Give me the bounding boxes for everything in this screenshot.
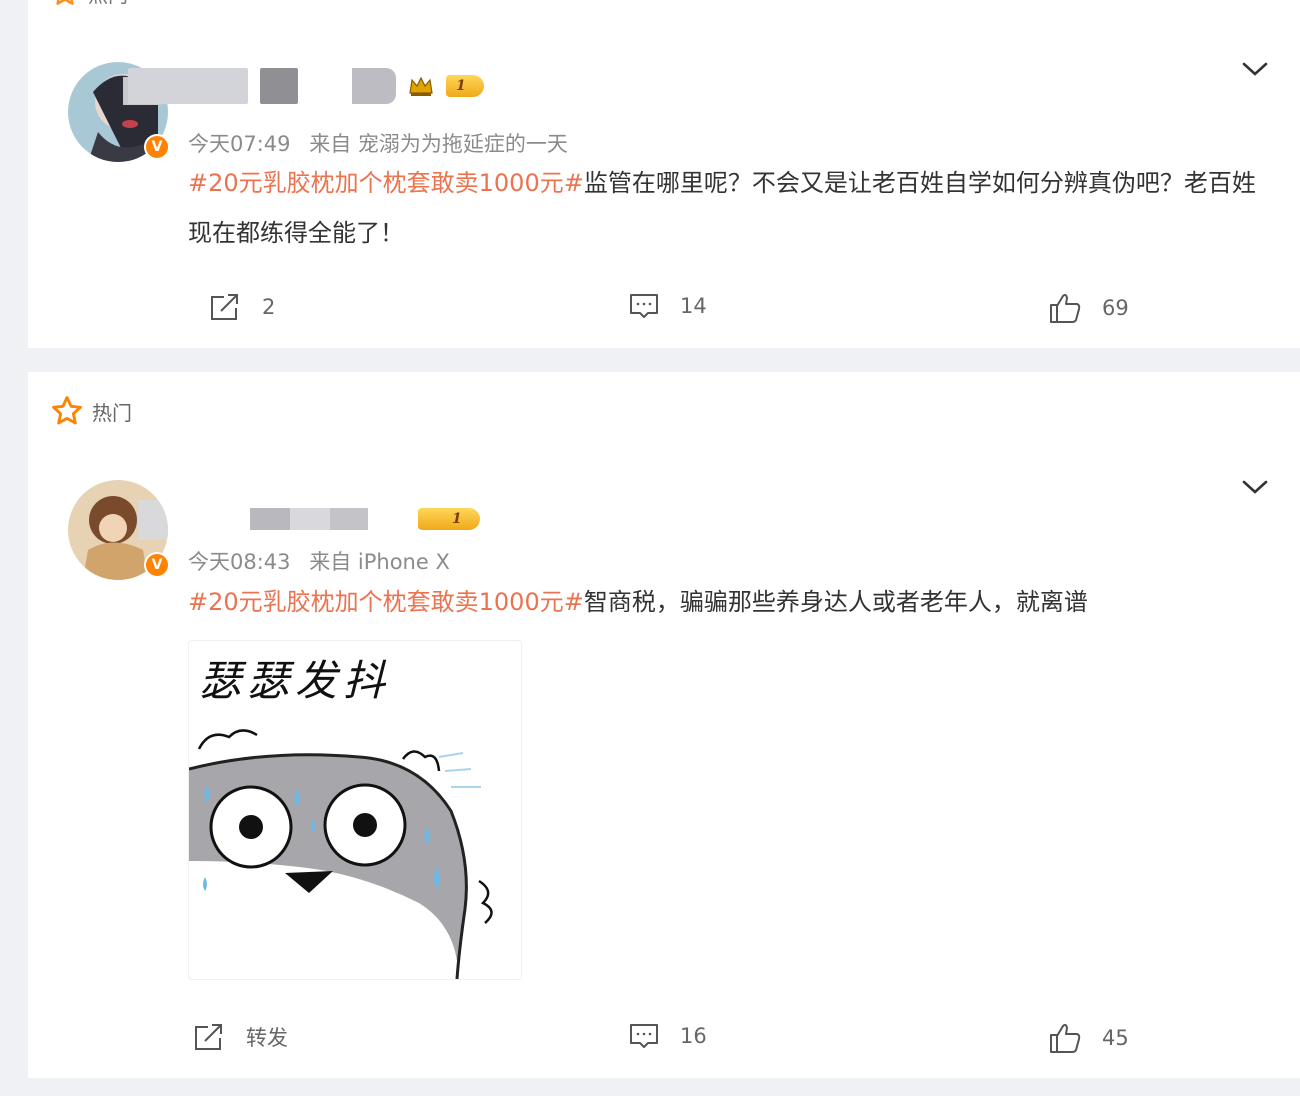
username-blurred[interactable] [250, 508, 368, 530]
post-content: #20元乳胶枕加个枕套敢卖1000元#监管在哪里呢？不会又是让老百姓自学如何分辨… [188, 158, 1278, 258]
post-time[interactable]: 今天07:49 [188, 132, 291, 156]
post-card: 热门 V 1 今天07:49 来自 宠溺为为拖延症 [28, 0, 1300, 348]
comment-button[interactable]: 16 [628, 1022, 707, 1050]
verified-icon: V [144, 552, 170, 578]
post-content: #20元乳胶枕加个枕套敢卖1000元#智商税，骗骗那些养身达人或者老年人，就离谱 [188, 577, 1278, 627]
repost-icon [211, 294, 238, 320]
repost-label: 转发 [246, 1026, 288, 1050]
comment-icon [630, 1024, 658, 1048]
post-source[interactable]: 宠溺为为拖延症的一天 [358, 132, 568, 156]
comment-icon [630, 294, 658, 318]
username-blurred [260, 68, 298, 104]
post-text: 智商税，骗骗那些养身达人或者老年人，就离谱 [583, 588, 1088, 616]
like-button[interactable]: 45 [1048, 1022, 1129, 1054]
repost-button[interactable]: 2 [208, 292, 275, 322]
star-icon [56, 0, 74, 5]
level-badge: 1 [446, 75, 484, 97]
comment-button[interactable]: 14 [628, 292, 707, 320]
topic-link[interactable]: #20元乳胶枕加个枕套敢卖1000元# [188, 588, 584, 616]
username-blurred [352, 68, 396, 104]
username-blurred[interactable] [128, 68, 248, 104]
username-row[interactable]: 1 [250, 508, 480, 530]
hot-header: 热门 [50, 0, 128, 8]
chevron-down-icon[interactable] [1242, 478, 1268, 496]
post-card: 热门 V 1 今天08:43 来自 iPhone X #20元乳胶枕加个枕套敢卖… [28, 372, 1300, 1078]
thumbs-up-icon [1050, 1023, 1081, 1053]
post-time[interactable]: 今天08:43 [188, 550, 291, 574]
like-count: 45 [1102, 1026, 1129, 1050]
hot-header: 热门 [50, 394, 132, 428]
repost-count: 2 [262, 295, 276, 319]
sticker-bird-illustration [189, 729, 493, 979]
comment-count: 16 [680, 1024, 707, 1048]
crown-icon [409, 76, 433, 96]
post-meta: 今天08:43 来自 iPhone X [188, 546, 450, 576]
like-count: 69 [1102, 296, 1129, 320]
like-button[interactable]: 69 [1048, 292, 1129, 324]
comment-count: 14 [680, 294, 707, 318]
hot-label: 热门 [92, 400, 132, 425]
chevron-down-icon[interactable] [1242, 60, 1268, 78]
post-meta: 今天07:49 来自 宠溺为为拖延症的一天 [188, 128, 568, 158]
source-prefix: 来自 [309, 550, 352, 574]
username-row[interactable]: 1 [128, 68, 484, 104]
source-prefix: 来自 [309, 132, 352, 156]
hot-label: 热门 [88, 0, 128, 8]
level-badge: 1 [418, 508, 480, 530]
thumbs-up-icon [1050, 293, 1081, 323]
post-image[interactable]: 瑟瑟发抖 [188, 640, 522, 980]
avatar[interactable]: V [68, 480, 170, 580]
verified-icon: V [144, 134, 170, 160]
topic-link[interactable]: #20元乳胶枕加个枕套敢卖1000元# [188, 169, 584, 197]
post-source[interactable]: iPhone X [358, 550, 450, 574]
star-icon [52, 396, 82, 425]
repost-button[interactable]: 转发 [192, 1022, 288, 1052]
repost-icon [195, 1024, 222, 1050]
